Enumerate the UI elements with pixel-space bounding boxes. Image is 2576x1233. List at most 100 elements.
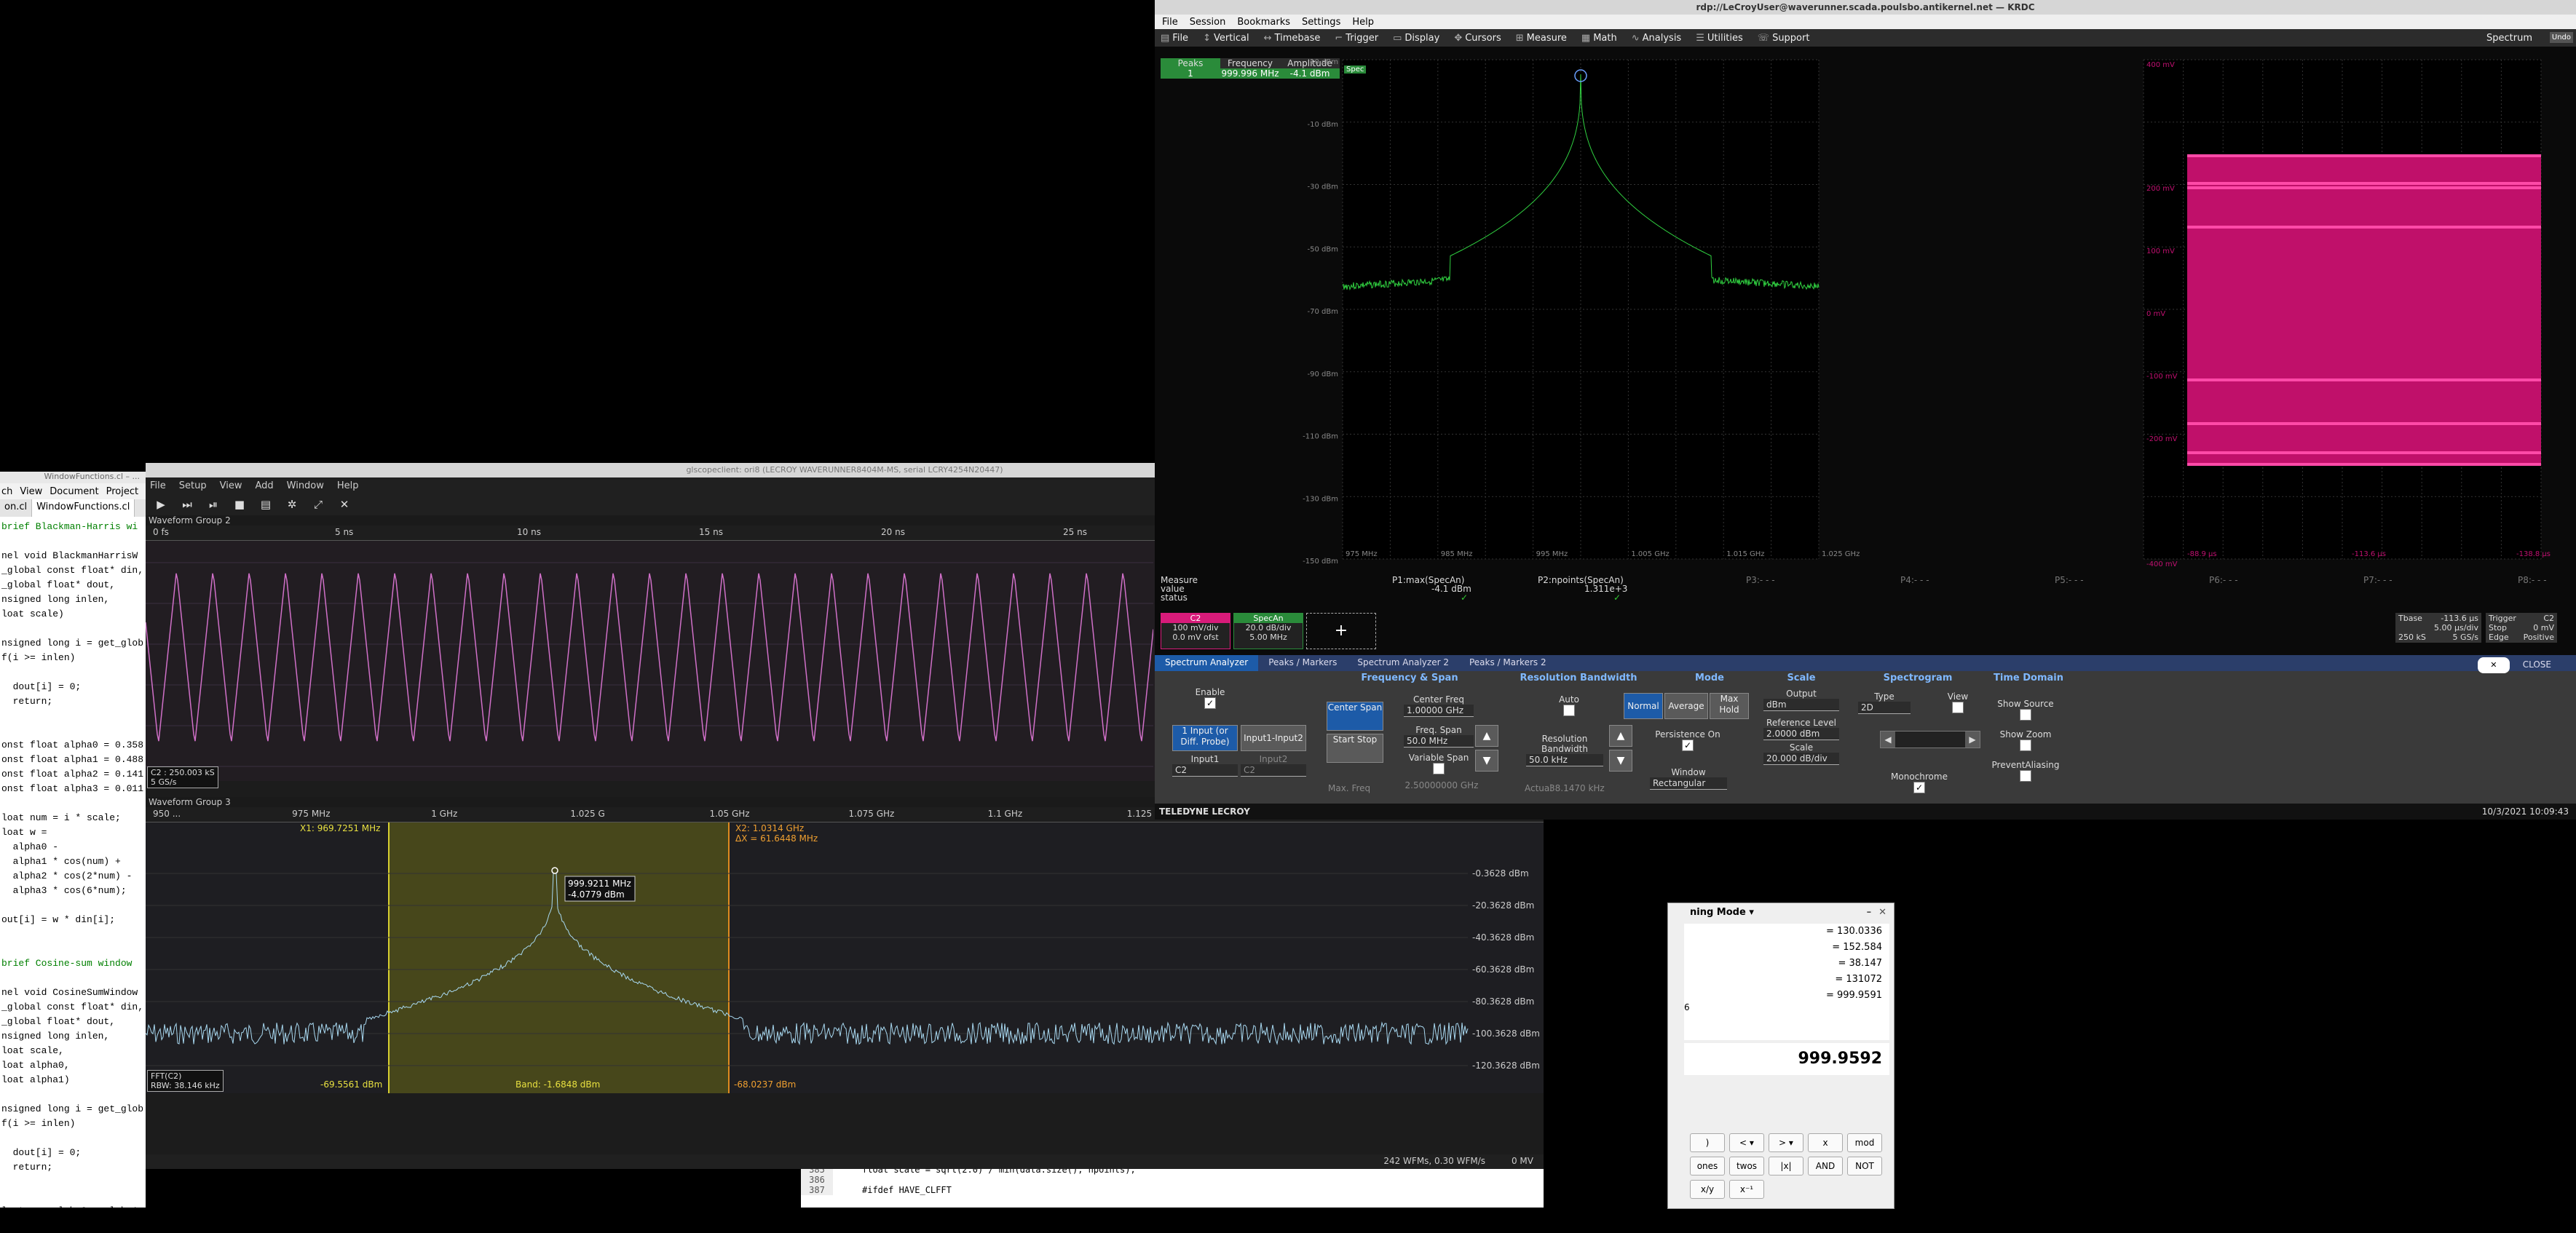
show-source-checkbox[interactable] <box>2020 709 2031 721</box>
editor-menu-item[interactable]: View <box>20 486 42 497</box>
fft-plot-wg3[interactable]: -0.3628 dBm -20.3628 dBm -40.3628 dBm -60.3… <box>146 822 1544 1093</box>
input-diff-button[interactable]: Input1-Input2 <box>1241 725 1306 751</box>
span-down-button[interactable]: ▼ <box>1475 750 1498 772</box>
editor-tab-active[interactable]: WindowFunctions.cl <box>32 499 135 517</box>
channel-chip-specan[interactable]: SpecAn 20.0 dB/div 5.00 MHz <box>1233 613 1303 649</box>
slider-right-icon[interactable]: ▶ <box>1965 732 1980 748</box>
stop-trigger-icon[interactable]: ■ <box>232 496 248 512</box>
input2-select[interactable]: C2 <box>1241 764 1306 777</box>
tab-spectrum-analyzer-2[interactable]: Spectrum Analyzer 2 <box>1347 655 1459 671</box>
editor-menu-item[interactable]: Project <box>106 486 138 497</box>
timebase-trigger-box[interactable]: Tbase -113.6 µs 5.00 µs/div 250 kS 5 GS/s … <box>2395 613 2557 643</box>
center-freq-input[interactable]: 1.00000 GHz <box>1404 705 1474 717</box>
editor-tab[interactable]: on.cl <box>0 499 33 517</box>
lecroy-menu-file[interactable]: ▤ File <box>1161 33 1188 44</box>
undo-button[interactable]: Undo <box>2549 32 2573 43</box>
krdc-menu-file[interactable]: File <box>1162 17 1178 28</box>
span-up-button[interactable]: ▲ <box>1475 725 1498 747</box>
lecroy-menu-cursors[interactable]: ✥ Cursors <box>1454 33 1501 44</box>
lecroy-menu-timebase[interactable]: ↔ Timebase <box>1264 33 1321 44</box>
lecroy-menu-analysis[interactable]: ∿ Analysis <box>1632 33 1681 44</box>
measure-slot[interactable]: P5:- - - <box>2055 575 2084 585</box>
table-row[interactable]: 1 999.996 MHz -4.1 dBm <box>1161 68 1340 79</box>
scale-input[interactable]: 20.000 dB/div <box>1763 753 1839 765</box>
center-span-button[interactable]: Center Span <box>1327 702 1383 731</box>
gls-menu-help[interactable]: Help <box>337 480 359 491</box>
force-trigger-icon[interactable]: ⏯ <box>205 496 221 512</box>
start-stop-button[interactable]: Start Stop <box>1327 734 1383 763</box>
refresh-icon[interactable]: ✲ <box>284 496 300 512</box>
calc-key[interactable]: > ▾ <box>1769 1133 1803 1152</box>
calc-key[interactable]: NOT <box>1847 1157 1882 1175</box>
variable-span-checkbox[interactable] <box>1433 763 1445 774</box>
krdc-menu-bookmarks[interactable]: Bookmarks <box>1237 17 1290 28</box>
tab-peaks-markers[interactable]: Peaks / Markers <box>1258 655 1347 671</box>
spectrum-grid[interactable]: 10 dBm -10 dBm -30 dBm -50 dBm -70 dBm -90 dB… <box>1303 58 1860 566</box>
single-trigger-icon[interactable]: ⏭ <box>179 496 195 512</box>
calc-mode-selector[interactable]: ning Mode ▾ – ✕ <box>1668 903 1894 921</box>
monochrome-checkbox[interactable]: ✓ <box>1913 782 1925 793</box>
channel-c2-label[interactable]: C2 : 250.003 kS 5 GS/s <box>147 766 218 788</box>
gls-menu-setup[interactable]: Setup <box>179 480 207 491</box>
lecroy-menu-support[interactable]: ☏ Support <box>1758 33 1810 44</box>
measure-slot[interactable]: P4:- - - <box>1900 575 1929 585</box>
krdc-menu-help[interactable]: Help <box>1352 17 1374 28</box>
mode-maxhold-button[interactable]: Max Hold <box>1710 693 1749 719</box>
close-icon[interactable]: ✕ <box>1878 907 1886 918</box>
output-select[interactable]: dBm <box>1763 699 1839 711</box>
fullscreen-icon[interactable]: ✕ <box>336 496 352 512</box>
krdc-menu-session[interactable]: Session <box>1190 17 1226 28</box>
time-domain-grid[interactable]: 400 mV 200 mV 100 mV 0 mV -100 mV -200 mV -400… <box>2143 59 2551 568</box>
channel-chip-c2[interactable]: C2 100 mV/div 0.0 mV ofst <box>1161 613 1230 649</box>
history-icon[interactable]: ▤ <box>258 496 274 512</box>
calc-key[interactable]: mod <box>1847 1133 1882 1152</box>
lecroy-menu-utilities[interactable]: ☰ Utilities <box>1696 33 1743 44</box>
freq-span-input[interactable]: 50.0 MHz <box>1404 735 1474 748</box>
calc-key[interactable]: x <box>1808 1133 1843 1152</box>
code-text[interactable]: brief Blackman-Harris wi nel void Blackm… <box>0 517 146 1233</box>
tab-spectrum-analyzer[interactable]: Spectrum Analyzer <box>1155 655 1259 671</box>
minimize-icon[interactable]: – <box>1867 907 1872 918</box>
measure-slot[interactable]: P6:- - - <box>2209 575 2238 585</box>
enable-checkbox[interactable]: ✓ <box>1204 697 1216 709</box>
calc-key[interactable]: x/y <box>1690 1180 1725 1199</box>
start-trigger-icon[interactable]: ▶ <box>153 496 169 512</box>
rbw-up-button[interactable]: ▲ <box>1609 725 1632 747</box>
gls-menu-file[interactable]: File <box>150 480 166 491</box>
input-single-button[interactable]: 1 Input (or Diff. Probe) <box>1172 725 1238 751</box>
mode-average-button[interactable]: Average <box>1664 693 1708 719</box>
mode-normal-button[interactable]: Normal <box>1624 693 1663 719</box>
measure-slot[interactable]: P7:- - - <box>2363 575 2393 585</box>
calc-key[interactable]: |x| <box>1769 1157 1803 1175</box>
tab-peaks-markers-2[interactable]: Peaks / Markers 2 <box>1459 655 1557 671</box>
show-zoom-checkbox[interactable] <box>2020 740 2031 751</box>
zoom-fit-icon[interactable]: ⤢ <box>310 496 326 512</box>
lecroy-menu-math[interactable]: ▦ Math <box>1581 33 1617 44</box>
channel-fft-label[interactable]: FFT(C2) RBW: 38.146 kHz <box>147 1070 224 1092</box>
persistence-checkbox[interactable]: ✓ <box>1682 740 1694 751</box>
rbw-input[interactable]: 50.0 kHz <box>1526 754 1603 766</box>
view-checkbox[interactable] <box>1952 702 1964 713</box>
input1-select[interactable]: C2 <box>1172 764 1238 777</box>
lecroy-menu-vertical[interactable]: ↕ Vertical <box>1203 33 1249 44</box>
krdc-menu-settings[interactable]: Settings <box>1302 17 1340 28</box>
prevent-aliasing-checkbox[interactable] <box>2020 770 2031 782</box>
gls-menu-add[interactable]: Add <box>255 480 273 491</box>
close-button[interactable]: ✕ CLOSE <box>2468 655 2572 673</box>
calc-key[interactable]: ) <box>1690 1133 1725 1152</box>
calc-key[interactable]: x⁻¹ <box>1729 1180 1764 1199</box>
calc-key[interactable]: < ▾ <box>1729 1133 1764 1152</box>
measure-slot[interactable]: P3:- - - <box>1746 575 1775 585</box>
calc-key[interactable]: ones <box>1690 1157 1725 1175</box>
measure-slot[interactable]: P8:- - - <box>2518 575 2547 585</box>
rbw-auto-checkbox[interactable] <box>1563 705 1575 716</box>
spectrogram-slider[interactable]: ◀ ▶ <box>1880 731 1980 748</box>
ref-level-input[interactable]: 2.0000 dBm <box>1763 728 1839 740</box>
slider-left-icon[interactable]: ◀ <box>1881 732 1895 748</box>
rbw-down-button[interactable]: ▼ <box>1609 750 1632 772</box>
window-select[interactable]: Rectangular <box>1650 777 1727 790</box>
lecroy-menu-trigger[interactable]: ⌐ Trigger <box>1335 33 1378 44</box>
calc-key[interactable]: AND <box>1808 1157 1843 1175</box>
calc-key[interactable]: twos <box>1729 1157 1764 1175</box>
type-select[interactable]: 2D <box>1858 702 1911 714</box>
